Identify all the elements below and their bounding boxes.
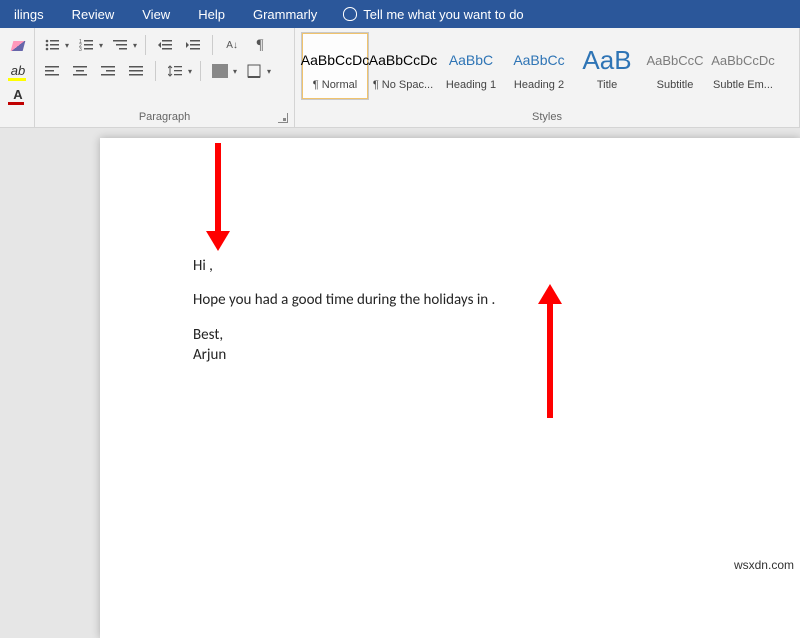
separator bbox=[145, 35, 146, 55]
increase-indent-button[interactable] bbox=[182, 34, 204, 56]
style-sample: AaBbC bbox=[449, 41, 493, 79]
align-left-button[interactable] bbox=[41, 60, 63, 82]
separator bbox=[155, 61, 156, 81]
tell-me-search[interactable]: Tell me what you want to do bbox=[331, 7, 523, 22]
separator bbox=[200, 61, 201, 81]
caret-icon[interactable]: ▾ bbox=[233, 67, 237, 76]
show-marks-button[interactable]: ¶ bbox=[249, 34, 271, 56]
style-sample: AaB bbox=[582, 41, 631, 79]
style-sample: AaBbCc bbox=[513, 41, 564, 79]
style-label: Subtitle bbox=[657, 79, 694, 91]
style-label: ¶ Normal bbox=[313, 79, 357, 91]
doc-line-body[interactable]: Hope you had a good time during the holi… bbox=[193, 290, 495, 310]
ribbon: ab A ▾ 123▾ ▾ A↓ ¶ ▾ bbox=[0, 28, 800, 128]
style-sample: AaBbCcC bbox=[646, 41, 703, 79]
document-page[interactable]: Hi , Hope you had a good time during the… bbox=[100, 138, 800, 638]
highlight-color-button[interactable]: ab bbox=[6, 60, 30, 80]
annotation-arrow-up bbox=[547, 302, 553, 418]
borders-button[interactable] bbox=[243, 60, 265, 82]
multilevel-list-button[interactable] bbox=[109, 34, 131, 56]
sort-button[interactable]: A↓ bbox=[221, 34, 243, 56]
style-sample: AaBbCcDc bbox=[301, 41, 369, 79]
style-subtitle[interactable]: AaBbCcCSubtitle bbox=[641, 32, 709, 100]
numbering-button[interactable]: 123 bbox=[75, 34, 97, 56]
line-spacing-button[interactable] bbox=[164, 60, 186, 82]
ribbon-tabs: ilings Review View Help Grammarly Tell m… bbox=[0, 0, 800, 28]
justify-button[interactable] bbox=[125, 60, 147, 82]
font-color-icon: A bbox=[13, 87, 22, 102]
tab-review[interactable]: Review bbox=[58, 1, 129, 28]
caret-icon[interactable]: ▾ bbox=[188, 67, 192, 76]
align-right-button[interactable] bbox=[97, 60, 119, 82]
doc-line-greeting[interactable]: Hi , bbox=[193, 256, 495, 276]
styles-group-label: Styles bbox=[301, 109, 793, 125]
eraser-icon bbox=[11, 41, 26, 51]
tab-help[interactable]: Help bbox=[184, 1, 239, 28]
paragraph-group-label: Paragraph bbox=[41, 109, 288, 125]
styles-group: AaBbCcDc¶ NormalAaBbCcDc¶ No Spac...AaBb… bbox=[295, 28, 800, 127]
separator bbox=[212, 35, 213, 55]
caret-icon[interactable]: ▾ bbox=[267, 67, 271, 76]
doc-line-signature[interactable]: Arjun bbox=[193, 345, 495, 365]
doc-line-closing[interactable]: Best, bbox=[193, 325, 495, 345]
font-color-button[interactable]: A bbox=[6, 84, 30, 104]
caret-icon[interactable]: ▾ bbox=[99, 41, 103, 50]
style-sample: AaBbCcDc bbox=[711, 41, 775, 79]
tab-grammarly[interactable]: Grammarly bbox=[239, 1, 331, 28]
highlighter-icon: ab bbox=[11, 63, 25, 78]
caret-icon[interactable]: ▾ bbox=[133, 41, 137, 50]
style-label: Heading 1 bbox=[446, 79, 496, 91]
lightbulb-icon bbox=[343, 7, 357, 21]
tab-mailings[interactable]: ilings bbox=[0, 1, 58, 28]
align-center-button[interactable] bbox=[69, 60, 91, 82]
style-label: Title bbox=[597, 79, 617, 91]
style-title[interactable]: AaBTitle bbox=[573, 32, 641, 100]
style-label: Subtle Em... bbox=[713, 79, 773, 91]
shading-button[interactable] bbox=[209, 60, 231, 82]
font-group-partial: ab A bbox=[0, 28, 35, 127]
style--no-spac-[interactable]: AaBbCcDc¶ No Spac... bbox=[369, 32, 437, 100]
style-heading-2[interactable]: AaBbCcHeading 2 bbox=[505, 32, 573, 100]
document-workspace: Hi , Hope you had a good time during the… bbox=[0, 128, 800, 578]
caret-icon[interactable]: ▾ bbox=[65, 41, 69, 50]
paragraph-group: ▾ 123▾ ▾ A↓ ¶ ▾ ▾ ▾ bbox=[35, 28, 295, 127]
style-sample: AaBbCcDc bbox=[369, 41, 437, 79]
dialog-launcher-icon[interactable] bbox=[278, 113, 288, 123]
clear-formatting-button[interactable] bbox=[6, 36, 30, 56]
svg-text:3: 3 bbox=[79, 47, 82, 51]
style-label: Heading 2 bbox=[514, 79, 564, 91]
document-body[interactable]: Hi , Hope you had a good time during the… bbox=[193, 256, 495, 365]
paint-bucket-icon bbox=[212, 64, 228, 78]
decrease-indent-button[interactable] bbox=[154, 34, 176, 56]
style-subtle-em-[interactable]: AaBbCcDcSubtle Em... bbox=[709, 32, 777, 100]
style-label: ¶ No Spac... bbox=[373, 79, 433, 91]
tell-me-text: Tell me what you want to do bbox=[363, 7, 523, 22]
pilcrow-icon: ¶ bbox=[257, 37, 264, 54]
watermark-text: wsxdn.com bbox=[734, 558, 794, 572]
bullets-button[interactable] bbox=[41, 34, 63, 56]
style--normal[interactable]: AaBbCcDc¶ Normal bbox=[301, 32, 369, 100]
style-heading-1[interactable]: AaBbCHeading 1 bbox=[437, 32, 505, 100]
tab-view[interactable]: View bbox=[128, 1, 184, 28]
annotation-arrow-down bbox=[215, 143, 221, 235]
